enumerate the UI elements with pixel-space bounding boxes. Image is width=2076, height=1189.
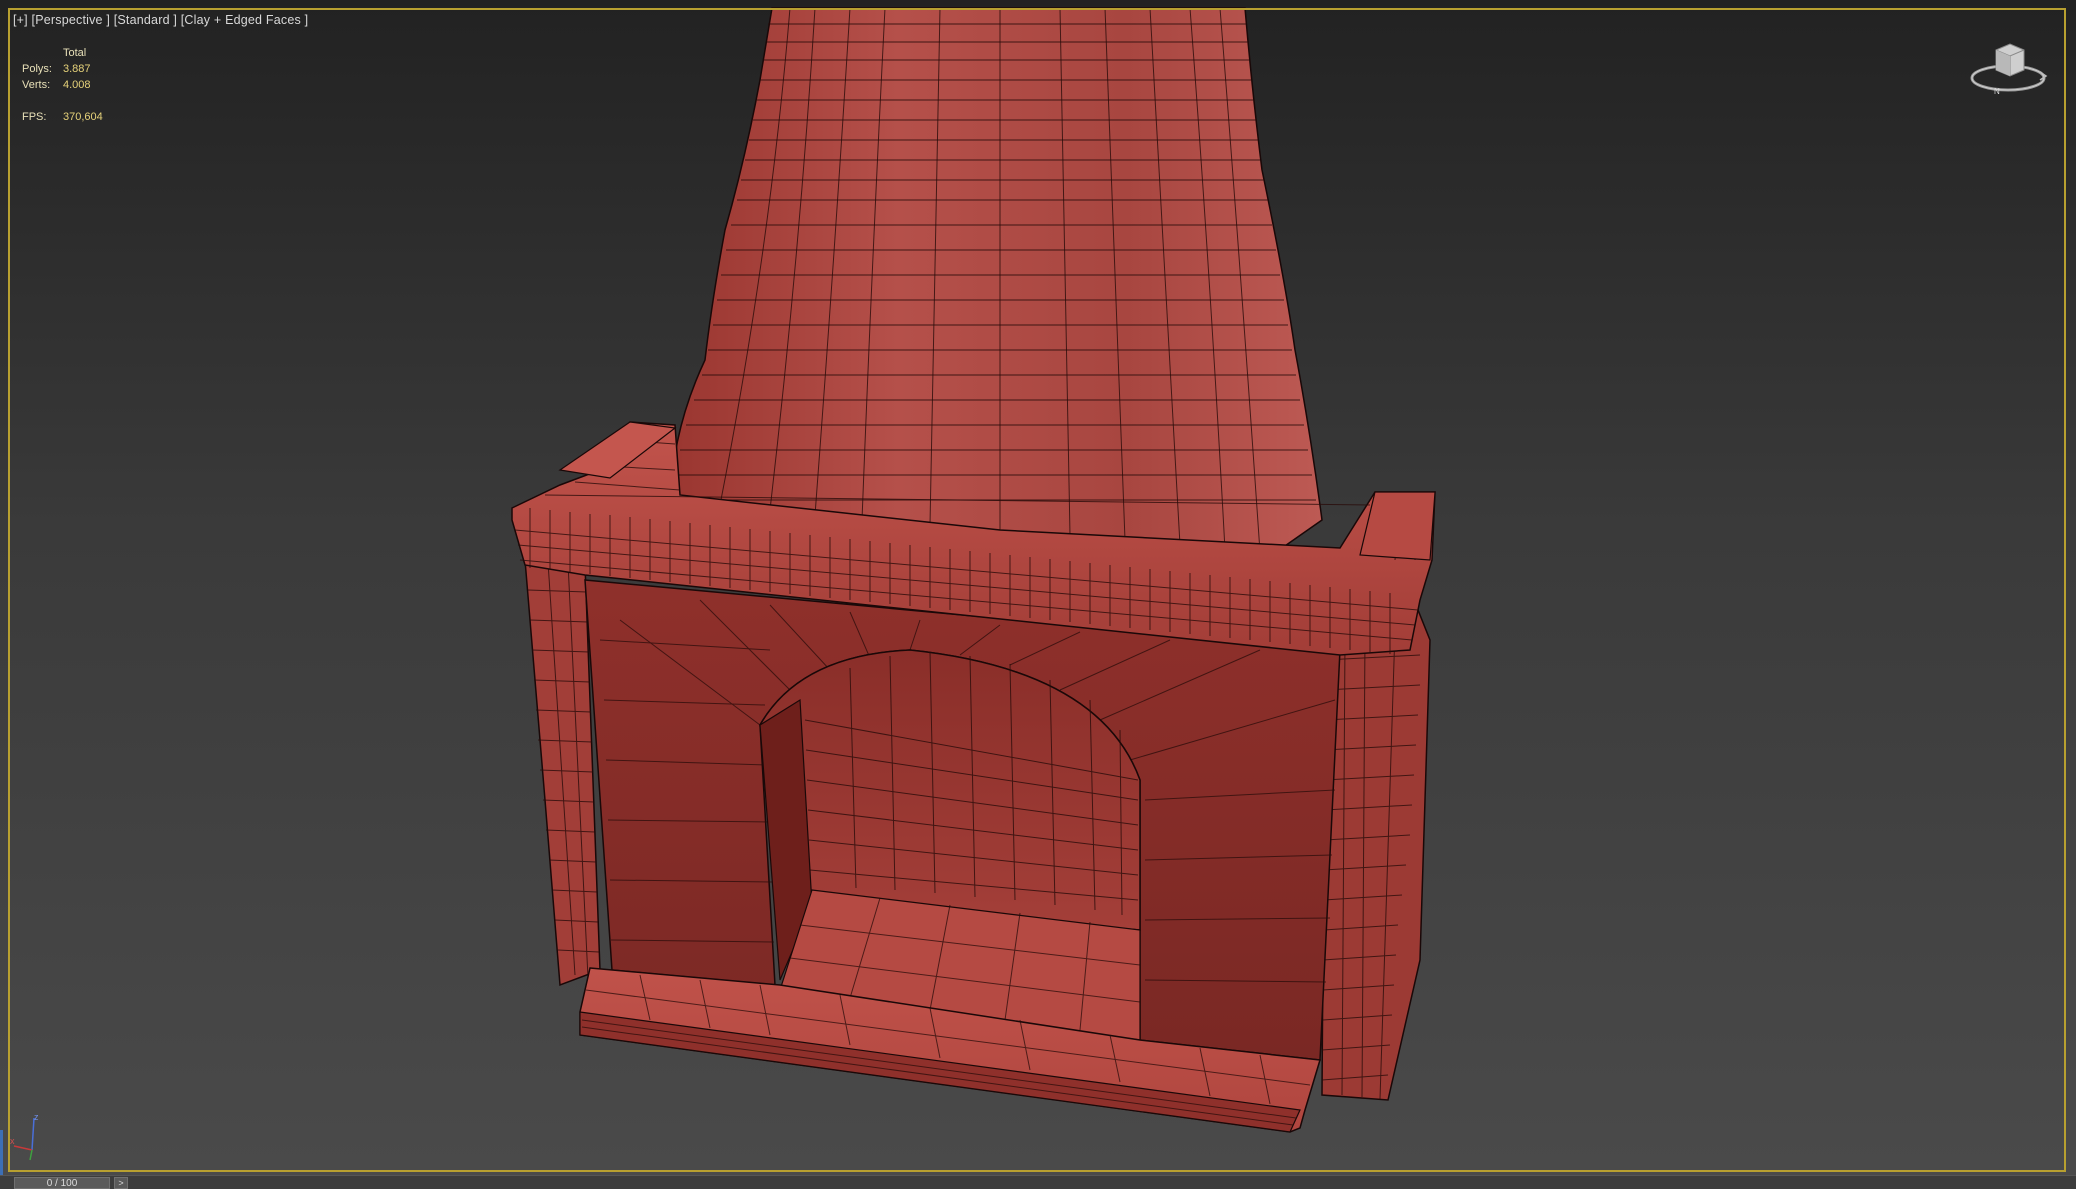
polys-value: 3.887 (63, 63, 91, 75)
viewcube-compass-letter: N (1994, 87, 2000, 96)
axis-x-label: x (10, 1136, 15, 1146)
verts-label: Verts: (22, 79, 51, 91)
time-slider[interactable]: 0 / 100 (14, 1177, 110, 1189)
viewcube-icon[interactable]: N (1968, 36, 2048, 106)
fps-label: FPS: (22, 111, 47, 123)
perspective-viewport[interactable]: [+] [Perspective ] [Standard ] [Clay + E… (0, 0, 2076, 1175)
viewport-label[interactable]: [+] [Perspective ] [Standard ] [Clay + E… (13, 13, 308, 27)
stats-polys: Polys: 3.887 (22, 61, 103, 77)
axis-tripod-icon: z x (10, 1112, 39, 1161)
fireplace-model[interactable] (0, 0, 2076, 1175)
axis-z-label: z (34, 1112, 39, 1122)
stats-header: Total (63, 47, 87, 59)
stats-verts: Verts: 4.008 (22, 77, 103, 93)
polys-label: Polys: (22, 63, 52, 75)
stats-overlay: Total Polys: 3.887 Verts: 4.008 FPS: 370… (22, 45, 103, 125)
chimney[interactable] (669, 7, 1323, 556)
time-slider-bar[interactable]: 0 / 100 > (0, 1175, 2076, 1189)
verts-value: 4.008 (63, 79, 91, 91)
fps-value: 370,604 (63, 111, 103, 123)
left-edge-marker (0, 1130, 3, 1175)
time-next-button[interactable]: > (114, 1177, 128, 1189)
stats-fps: FPS: 370,604 (22, 109, 103, 125)
